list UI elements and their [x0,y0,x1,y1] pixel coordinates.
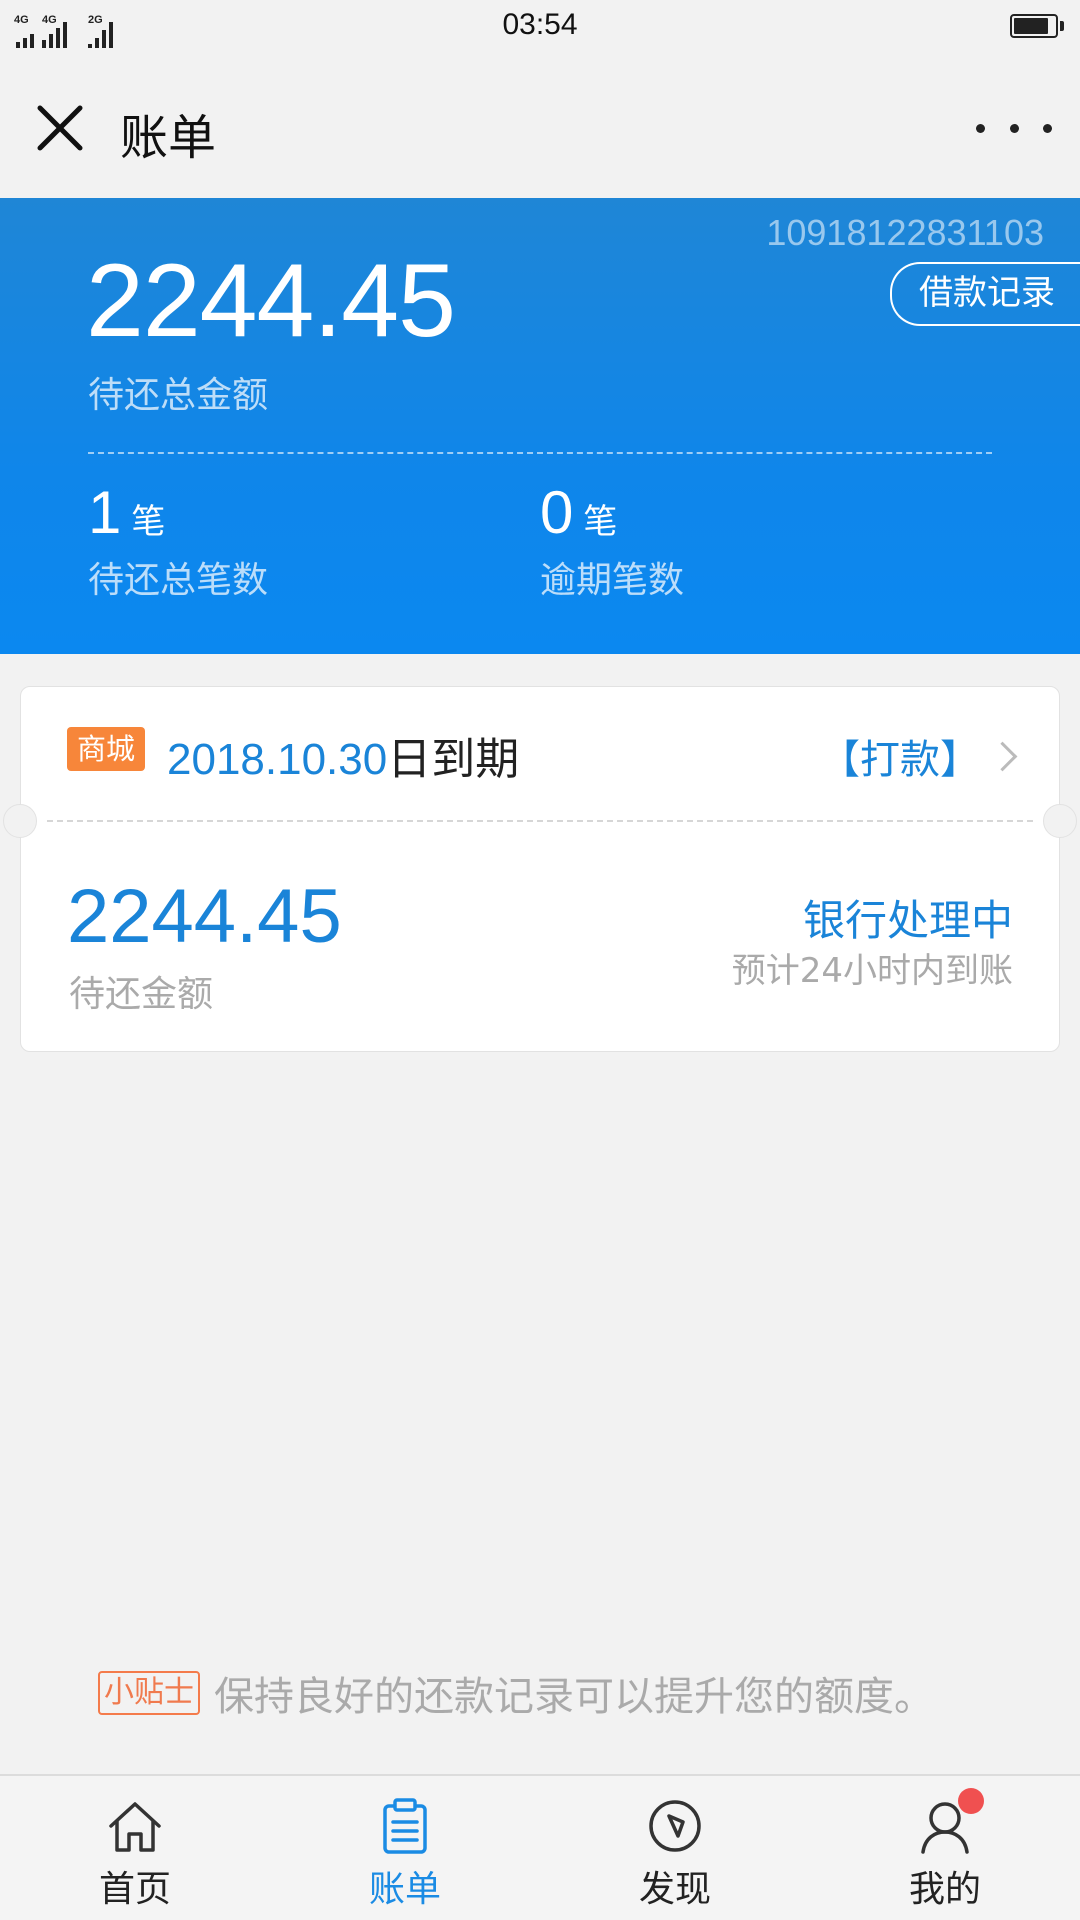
nav-item-discover[interactable]: 发现 [540,1776,810,1920]
home-icon [109,1802,161,1852]
nav-item-home[interactable]: 首页 [0,1776,270,1920]
close-icon [37,105,83,151]
total-due-amount: 2244.45 [86,243,456,359]
tip-banner: 小贴士 保持良好的还款记录可以提升您的额度。 [98,1664,934,1722]
status-bar: 4G 4G 2G 03:54 [0,0,1080,56]
nav-label: 账单 [368,1869,441,1910]
pending-count: 1 [88,479,122,546]
bill-card[interactable]: 商城 2018.10.30日到期 【打款】 2244.45 待还金额 银行处理中… [3,686,1077,1052]
more-icon [976,123,985,133]
bottom-nav: 首页 账单 发现 我的 [0,1774,1080,1920]
more-options-button[interactable] [976,104,1052,152]
summary-divider [88,452,992,454]
bill-amount: 2244.45 [67,874,342,959]
tip-tag: 小贴士 [98,1671,200,1715]
pending-count-label: 待还总笔数 [88,560,269,601]
overdue-count: 0 [540,479,574,546]
arrival-estimate: 预计24小时内到账 [731,951,1013,991]
loan-record-button[interactable]: 借款记录 [890,262,1080,326]
bill-icon [383,1798,427,1854]
pending-count-unit: 笔 [131,502,166,542]
nav-label: 首页 [98,1869,171,1910]
notification-badge [958,1788,984,1814]
tip-text: 保持良好的还款记录可以提升您的额度。 [214,1674,934,1720]
mall-tag: 商城 [67,727,146,771]
pay-link-label: 【打款】 [820,737,980,783]
ticket-notch-right [1043,804,1077,838]
due-date-line: 2018.10.30日到期 [167,723,519,787]
bill-amount-label: 待还金额 [69,974,214,1015]
processing-status: 银行处理中 [802,896,1013,945]
pending-count-stat: 1笔 待还总笔数 [88,478,268,603]
overdue-count-stat: 0笔 逾期笔数 [540,478,684,603]
overdue-count-label: 逾期笔数 [540,560,685,601]
ticket-notch-left [3,804,37,838]
compass-icon [649,1800,701,1852]
close-button[interactable] [28,96,92,160]
due-date: 2018.10.30 [167,735,388,784]
bill-summary-panel: 10918122831103 借款记录 2244.45 待还总金额 1笔 待还总… [0,198,1080,654]
page-title: 账单 [120,110,217,166]
total-due-label: 待还总金额 [88,375,269,416]
pay-link[interactable]: 【打款】 [820,727,1018,785]
card-divider [47,820,1033,822]
nav-label: 发现 [638,1869,711,1910]
battery-icon [1010,14,1064,38]
nav-item-me[interactable]: 我的 [810,1776,1080,1920]
status-time: 03:54 [502,8,578,41]
chevron-right-icon [987,741,1018,771]
overdue-count-unit: 笔 [583,502,618,542]
nav-label: 我的 [908,1869,981,1910]
nav-item-bill[interactable]: 账单 [270,1776,540,1920]
due-suffix: 日到期 [387,734,520,785]
title-bar: 账单 [0,56,1080,198]
account-number: 10918122831103 [766,212,1044,253]
